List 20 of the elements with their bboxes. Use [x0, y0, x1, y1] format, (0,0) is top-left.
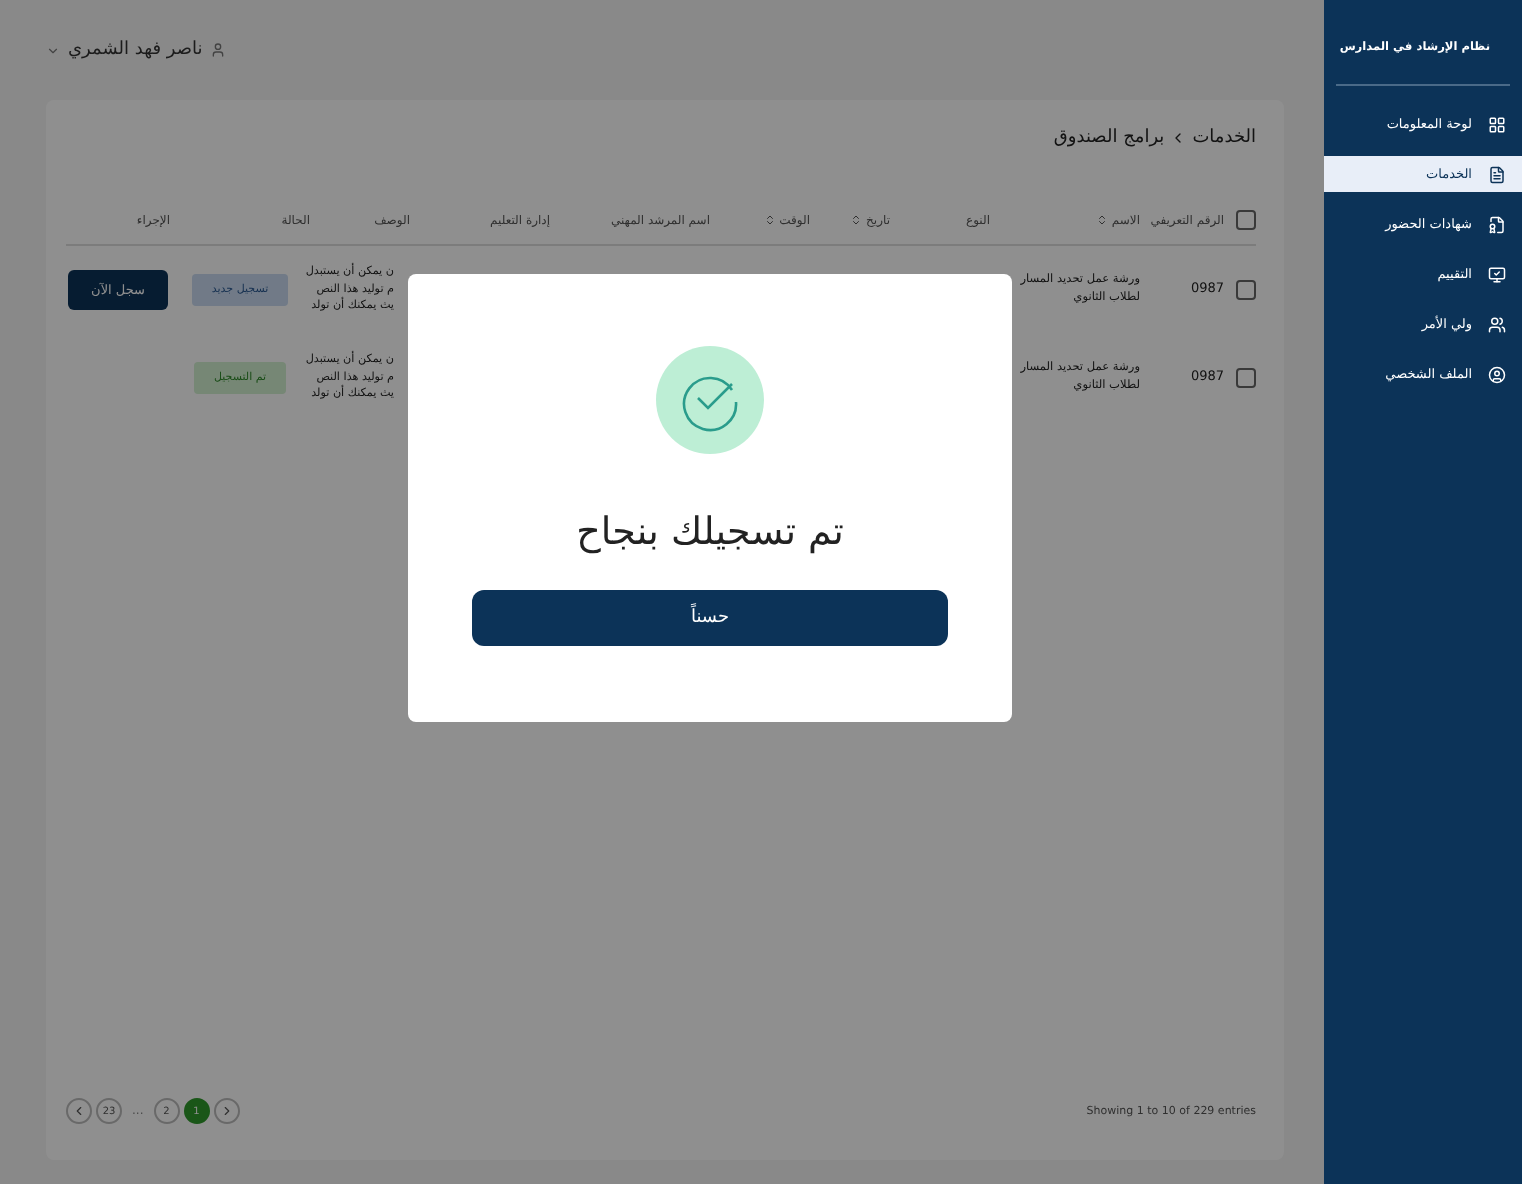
menu-item-icon	[1488, 165, 1506, 183]
success-message: تم تسجيلك بنجاح	[576, 510, 844, 554]
select-all-checkbox[interactable]	[1236, 210, 1256, 230]
next-icon	[219, 1104, 234, 1118]
user-name[interactable]: ناصر فهد الشمري	[68, 40, 203, 60]
breadcrumb-current: برامج الصندوق	[1053, 128, 1165, 148]
menu-item-icon	[1488, 265, 1506, 283]
previous-icon	[72, 1104, 86, 1118]
caret-icon[interactable]	[46, 43, 60, 57]
ok-button[interactable]: حسناً	[472, 590, 948, 646]
menu-item-icon	[1488, 215, 1506, 233]
previous-page-button[interactable]	[66, 1098, 92, 1124]
menu-item-icon	[1488, 365, 1506, 383]
success-check-icon	[656, 346, 764, 454]
row-checkbox[interactable]	[1236, 280, 1256, 300]
menu-item-icon	[1488, 315, 1506, 333]
row-checkbox[interactable]	[1236, 368, 1256, 388]
menu-item-icon	[1488, 115, 1506, 133]
breadcrumb-link[interactable]: الخدمات	[1192, 128, 1256, 148]
user-icon	[210, 42, 227, 58]
